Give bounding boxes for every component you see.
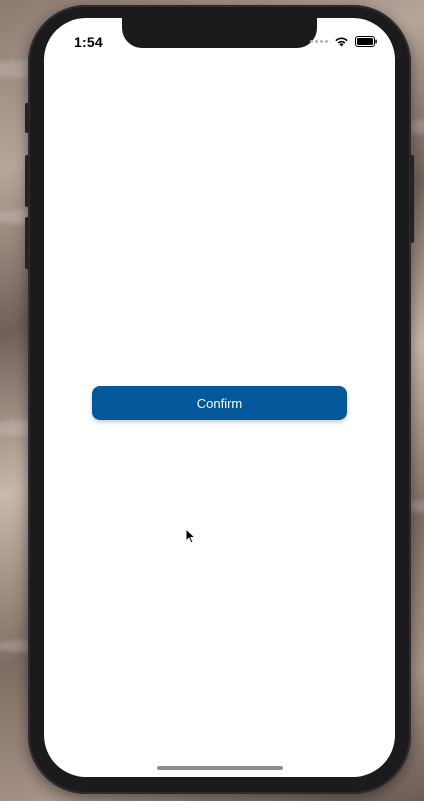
- mouse-cursor-icon: [185, 528, 196, 544]
- confirm-button[interactable]: Confirm: [92, 386, 347, 420]
- notch: [122, 18, 317, 48]
- volume-up-button: [25, 155, 29, 207]
- wifi-icon: [335, 37, 348, 47]
- device-screen: 1:54 Confirm: [44, 18, 395, 777]
- cellular-signal-icon: [310, 40, 328, 43]
- power-button: [410, 155, 414, 243]
- volume-down-button: [25, 217, 29, 269]
- home-indicator[interactable]: [157, 766, 283, 770]
- silent-switch: [25, 103, 29, 133]
- status-time: 1:54: [74, 34, 103, 50]
- status-icons: [310, 36, 377, 47]
- battery-icon: [355, 36, 377, 47]
